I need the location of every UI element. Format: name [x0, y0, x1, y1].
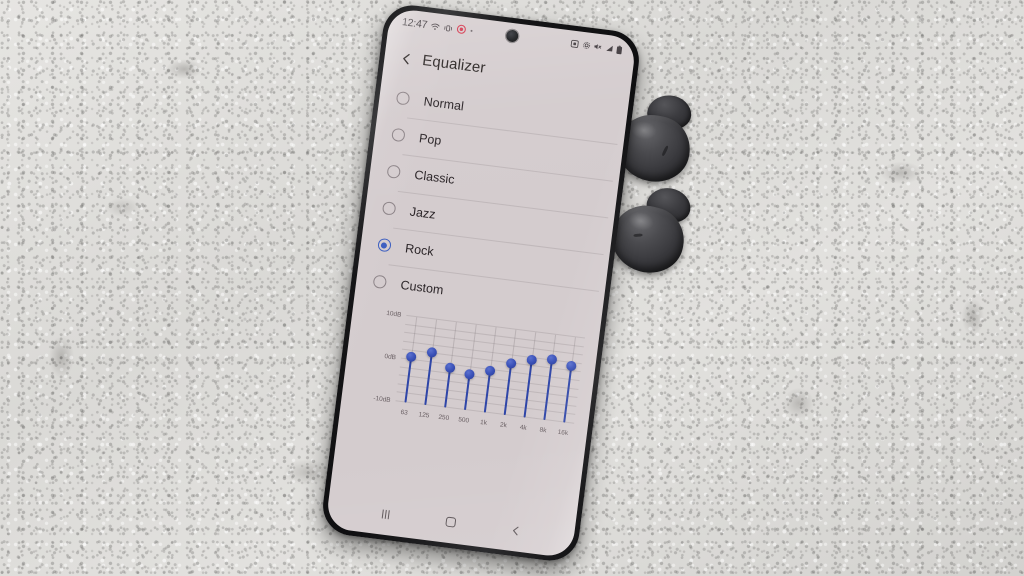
wifi-icon [431, 21, 441, 31]
x-axis-tick-label: 8k [539, 426, 547, 435]
equalizer-preset-list: Normal Pop Classic Jazz Rock Custom [354, 77, 628, 328]
x-axis-tick-label: 2k [499, 421, 508, 430]
preset-label-normal: Normal [422, 93, 465, 113]
y-axis-tick-label: 10dB [385, 309, 402, 319]
back-button[interactable] [499, 517, 532, 543]
preset-label-classic: Classic [413, 167, 456, 187]
preset-label-custom: Custom [399, 277, 445, 297]
x-axis-tick-label: 250 [437, 413, 450, 423]
radio-custom[interactable] [372, 274, 387, 289]
x-axis-tick-label: 125 [418, 411, 430, 420]
band-stem [444, 368, 452, 408]
settings-icon [582, 41, 591, 50]
x-axis-tick-label: 4k [519, 424, 528, 432]
mute-icon [593, 42, 602, 51]
home-button[interactable] [435, 509, 468, 535]
x-axis-tick-label: 16k [557, 428, 569, 438]
band-stem [404, 357, 413, 403]
home-icon [445, 516, 457, 528]
y-axis-tick-label: 0dB [384, 353, 397, 362]
vibrate-icon [443, 23, 453, 33]
radio-classic[interactable] [386, 164, 401, 179]
band-slider-knob[interactable] [505, 357, 517, 369]
preset-label-jazz: Jazz [409, 204, 437, 222]
battery-icon [616, 45, 623, 55]
band-slider-knob[interactable] [463, 368, 476, 380]
equalizer-graph[interactable]: 10dB 0dB -10dB 63 125 250 500 1k 2k 4k 8k 16k [355, 303, 590, 450]
status-bar-left: 12:47 [401, 16, 473, 37]
band-slider-knob[interactable] [546, 353, 558, 366]
recents-button[interactable] [370, 501, 403, 527]
back-chevron-icon[interactable] [400, 51, 413, 65]
status-clock: 12:47 [401, 16, 428, 32]
screenshot-icon [570, 39, 579, 48]
x-axis-tick-label: 1k [479, 419, 488, 427]
band-slider-knob[interactable] [484, 365, 496, 377]
band-slider-knob[interactable] [526, 353, 538, 366]
preset-label-rock: Rock [404, 240, 435, 259]
recents-icon [381, 508, 391, 519]
status-bar-right [570, 39, 623, 54]
preset-label-pop: Pop [418, 130, 443, 148]
y-axis-tick-label: -10dB [372, 394, 391, 405]
page-title: Equalizer [421, 51, 487, 77]
radio-normal[interactable] [395, 91, 410, 106]
dot-icon [470, 29, 473, 32]
radio-rock[interactable] [377, 238, 392, 253]
radio-pop[interactable] [391, 127, 406, 142]
x-axis-tick-label: 63 [400, 408, 409, 417]
equalizer-plot-area[interactable]: 10dB 0dB -10dB 63 125 250 500 1k 2k 4k 8k 16k [373, 310, 585, 437]
radio-jazz[interactable] [381, 201, 396, 216]
signal-icon [604, 44, 613, 53]
record-icon [456, 24, 467, 35]
band-slider-knob[interactable] [426, 346, 438, 358]
band-slider-knob[interactable] [405, 351, 417, 363]
back-icon [512, 526, 519, 535]
x-axis-tick-label: 500 [457, 416, 470, 425]
